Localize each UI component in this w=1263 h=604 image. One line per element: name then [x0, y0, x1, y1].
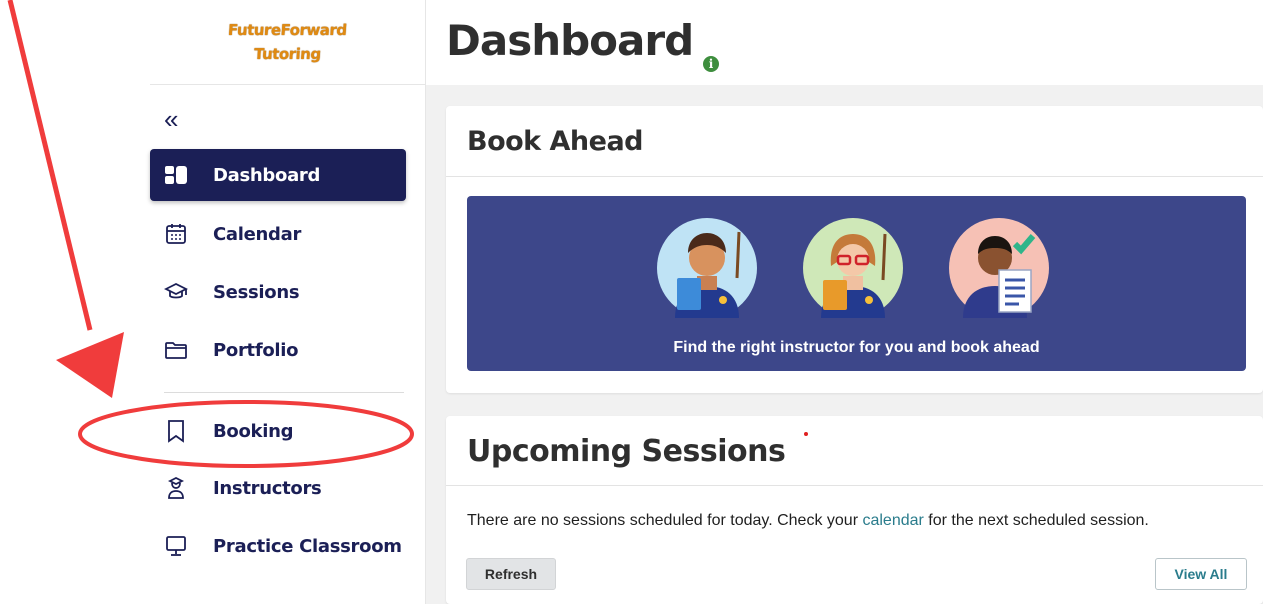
book-ahead-title: Book Ahead [467, 126, 644, 157]
sidebar-item-dashboard[interactable]: Dashboard [150, 149, 406, 201]
brand-line-1: FutureForward [227, 21, 348, 39]
upcoming-sessions-card: Upcoming Sessions There are no sessions … [446, 416, 1263, 604]
instructor-icon [167, 476, 185, 499]
page-title: Dashboard [446, 16, 694, 65]
sidebar-item-label: Sessions [213, 282, 300, 303]
instructor-illustration-3 [949, 218, 1049, 318]
bookmark-icon [168, 420, 184, 443]
sidebar-item-sessions[interactable]: Sessions [150, 266, 406, 318]
sidebar-item-label: Dashboard [213, 165, 321, 186]
instructor-illustration-2 [803, 218, 903, 318]
sidebar-item-label: Instructors [213, 478, 322, 499]
sidebar-item-practice-classroom[interactable]: Practice Classroom [150, 520, 406, 572]
sidebar-item-label: Portfolio [213, 340, 299, 361]
calendar-link[interactable]: calendar [862, 512, 923, 529]
sidebar-item-calendar[interactable]: Calendar [150, 208, 406, 260]
sidebar-item-label: Booking [213, 421, 294, 442]
info-icon[interactable]: i [703, 56, 719, 72]
dashboard-icon [165, 166, 187, 184]
graduation-cap-icon [164, 282, 188, 299]
left-gutter [0, 0, 150, 604]
refresh-button[interactable]: Refresh [466, 558, 556, 590]
banner-caption: Find the right instructor for you and bo… [673, 339, 1040, 356]
upcoming-sessions-title: Upcoming Sessions [467, 434, 786, 469]
card-divider [446, 485, 1263, 486]
instructor-illustration-1 [657, 218, 757, 318]
sidebar-item-label: Calendar [213, 224, 302, 245]
message-text: for the next scheduled session. [923, 512, 1149, 529]
sidebar-item-booking[interactable]: Booking [150, 405, 406, 457]
collapse-sidebar-icon[interactable]: « [164, 106, 178, 132]
brand-logo[interactable]: FutureForward Tutoring [150, 0, 425, 85]
brand-line-2: Tutoring [253, 45, 322, 63]
message-text: There are no sessions scheduled for toda… [467, 512, 863, 529]
book-ahead-card: Book Ahead Find the right instructor for… [446, 106, 1263, 393]
sidebar-item-portfolio[interactable]: Portfolio [150, 324, 406, 376]
sidebar-item-label: Practice Classroom [213, 536, 402, 557]
no-sessions-message: There are no sessions scheduled for toda… [467, 512, 1149, 530]
view-all-button[interactable]: View All [1155, 558, 1247, 590]
sidebar-item-instructors[interactable]: Instructors [150, 462, 406, 514]
calendar-icon [166, 224, 186, 244]
folder-icon [165, 342, 187, 359]
sidebar: FutureForward Tutoring « Dashboard Calen… [150, 0, 426, 604]
book-ahead-banner[interactable]: Find the right instructor for you and bo… [467, 196, 1246, 371]
sidebar-divider [164, 392, 404, 393]
monitor-icon [166, 536, 186, 556]
card-divider [446, 176, 1263, 177]
